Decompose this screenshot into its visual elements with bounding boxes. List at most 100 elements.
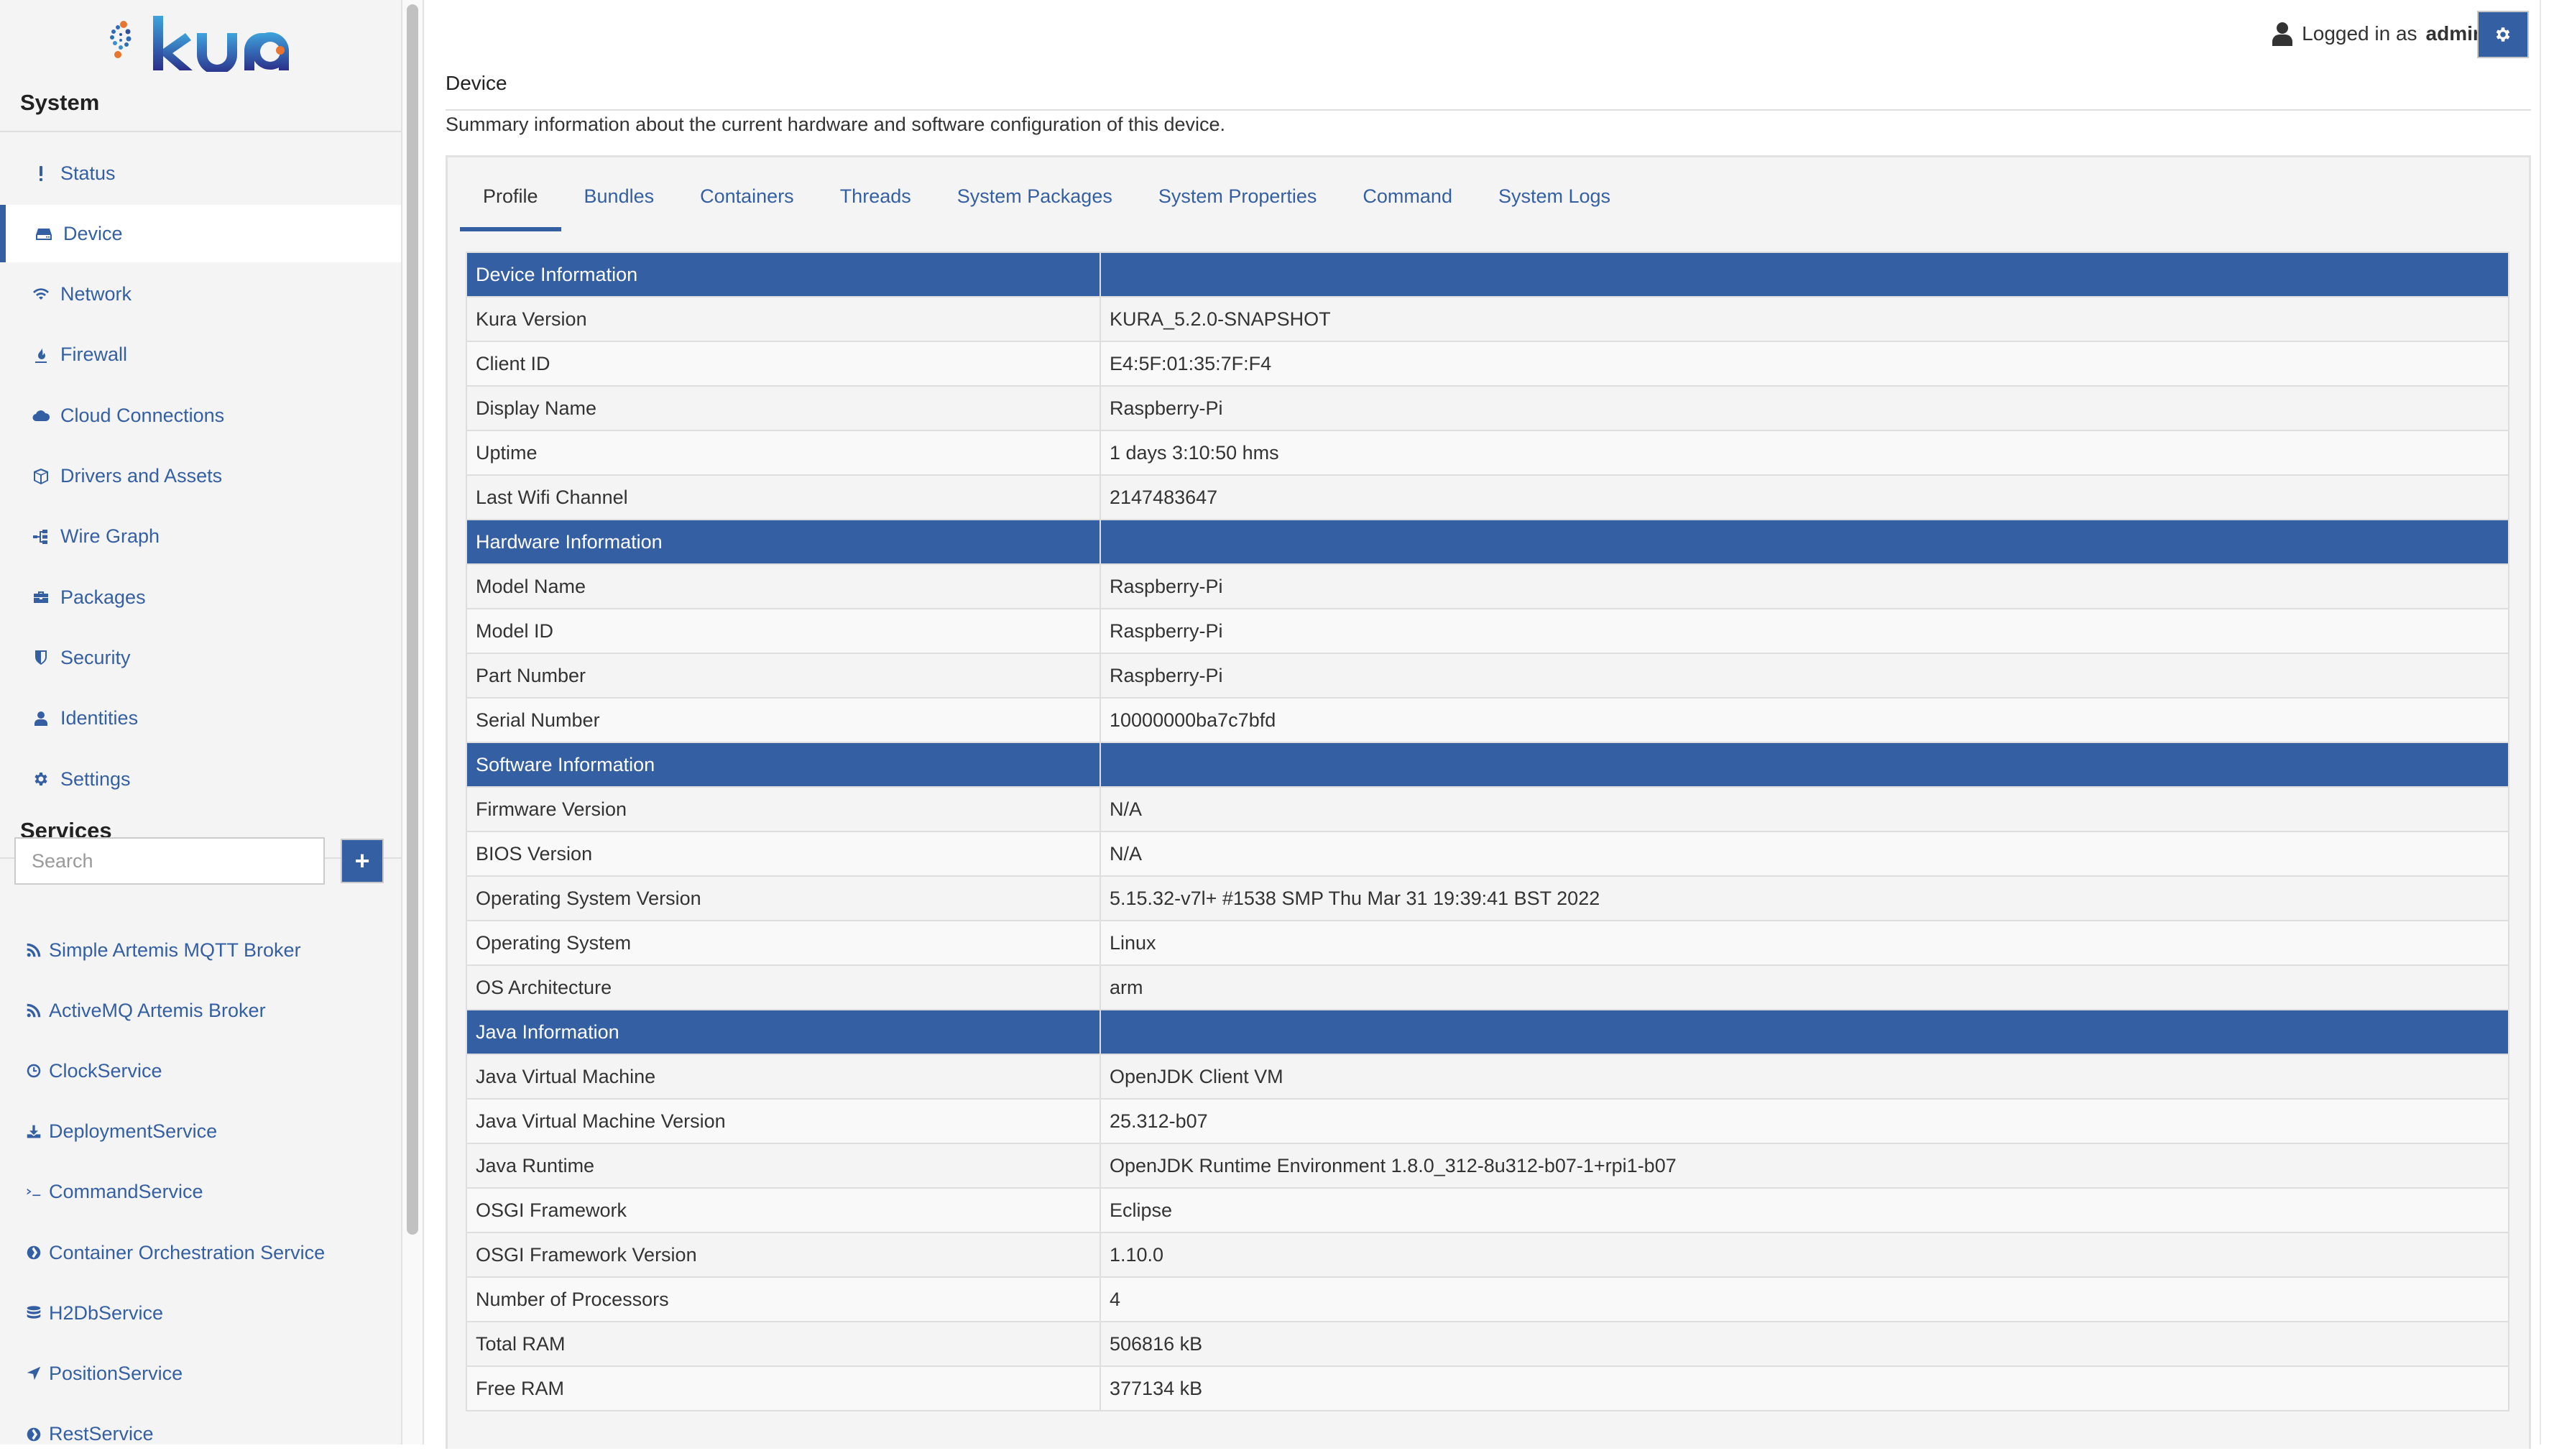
table-row: OSGI Framework Eclipse xyxy=(466,1187,2509,1233)
sidebar-item-status[interactable]: Status xyxy=(0,144,401,202)
property-name: Part Number xyxy=(466,653,1101,699)
service-item-label: CommandService xyxy=(49,1181,203,1203)
property-value: 4 xyxy=(1099,1276,2509,1322)
sidebar-item-packages[interactable]: Packages xyxy=(0,568,401,626)
services-search-input[interactable] xyxy=(14,837,325,885)
property-name: OS Architecture xyxy=(466,964,1101,1010)
property-value: 377134 kB xyxy=(1099,1365,2509,1411)
table-row: Serial Number 10000000ba7c7bfd xyxy=(466,697,2509,743)
hdd-icon-wrap xyxy=(32,223,56,244)
section-header-blank xyxy=(1099,1009,2509,1055)
section-title: Java Information xyxy=(466,1009,1101,1055)
service-item-simple-artemis-mqtt-broker[interactable]: Simple Artemis MQTT Broker xyxy=(0,929,401,972)
sidebar-item-label: Wire Graph xyxy=(60,525,160,548)
property-name: Serial Number xyxy=(466,697,1101,743)
sidebar-item-wire-graph[interactable]: Wire Graph xyxy=(0,508,401,566)
sidebar-scrollbar-thumb[interactable] xyxy=(407,4,418,1235)
sidebar-item-label: Firewall xyxy=(60,344,128,366)
sidebar-item-drivers-and-assets[interactable]: Drivers and Assets xyxy=(0,448,401,505)
sidebar-item-cloud-connections[interactable]: Cloud Connections xyxy=(0,387,401,444)
service-item-container-orchestration-service[interactable]: Container Orchestration Service xyxy=(0,1231,401,1274)
service-item-activemq-artemis-broker[interactable]: ActiveMQ Artemis Broker xyxy=(0,989,401,1032)
property-name: Operating System Version xyxy=(466,875,1101,921)
property-value: 10000000ba7c7bfd xyxy=(1099,697,2509,743)
service-item-deploymentservice[interactable]: DeploymentService xyxy=(0,1110,401,1153)
section-header-blank xyxy=(1099,519,2509,565)
tab-command[interactable]: Command xyxy=(1340,180,1475,231)
sidebar-item-device[interactable]: Device xyxy=(0,205,401,263)
table-row: Java Virtual Machine OpenJDK Client VM xyxy=(466,1054,2509,1100)
service-item-commandservice[interactable]: CommandService xyxy=(0,1171,401,1214)
property-name: Kura Version xyxy=(466,296,1101,342)
property-value: 2147483647 xyxy=(1099,474,2509,520)
download-icon-wrap xyxy=(23,1122,45,1142)
sidebar-item-label: Identities xyxy=(60,707,139,729)
property-name: Java Runtime xyxy=(466,1143,1101,1189)
tab-containers[interactable]: Containers xyxy=(677,180,817,231)
property-value: arm xyxy=(1099,964,2509,1010)
section-header-row: Device Information xyxy=(466,252,2509,298)
table-row: Java Runtime OpenJDK Runtime Environment … xyxy=(466,1143,2509,1189)
database-icon xyxy=(27,1306,41,1319)
sitemap-icon-wrap xyxy=(29,526,53,548)
kura-logo xyxy=(110,16,290,72)
table-row: OS Architecture arm xyxy=(466,964,2509,1010)
sidebar-item-label: Device xyxy=(63,222,123,244)
clock-icon-wrap xyxy=(23,1061,45,1081)
table-row: Kura Version KURA_5.2.0-SNAPSHOT xyxy=(466,296,2509,342)
service-item-restservice[interactable]: RestService xyxy=(0,1413,401,1456)
table-row: Free RAM 377134 kB xyxy=(466,1365,2509,1411)
main-scrollbar-track[interactable] xyxy=(2540,0,2554,1445)
property-name: OSGI Framework xyxy=(466,1187,1101,1233)
service-item-h2dbservice[interactable]: H2DbService xyxy=(0,1291,401,1335)
property-name: Number of Processors xyxy=(466,1276,1101,1322)
sidebar-item-firewall[interactable]: Firewall xyxy=(0,326,401,384)
tab-threads[interactable]: Threads xyxy=(817,180,934,231)
property-name: Total RAM xyxy=(466,1321,1101,1367)
add-service-button[interactable]: + xyxy=(341,839,384,883)
page-description: Summary information about the current ha… xyxy=(446,114,1226,135)
divider xyxy=(0,131,401,132)
property-name: BIOS Version xyxy=(466,831,1101,877)
property-value: 5.15.32-v7l+ #1538 SMP Thu Mar 31 19:39:… xyxy=(1099,875,2509,921)
wifi-icon-wrap xyxy=(29,284,53,305)
sidebar-item-label: Cloud Connections xyxy=(60,404,225,426)
table-row: Client ID E4:5F:01:35:7F:F4 xyxy=(466,341,2509,387)
service-item-clockservice[interactable]: ClockService xyxy=(0,1049,401,1092)
shield-icon xyxy=(35,650,47,665)
clock-icon xyxy=(27,1064,41,1078)
rss-icon xyxy=(27,943,41,957)
cube-icon xyxy=(34,468,48,484)
property-value: Raspberry-Pi xyxy=(1099,385,2509,431)
service-item-positionservice[interactable]: PositionService xyxy=(0,1352,401,1395)
tab-system-logs[interactable]: System Logs xyxy=(1475,180,1633,231)
property-name: Java Virtual Machine xyxy=(466,1054,1101,1100)
table-row: Part Number Raspberry-Pi xyxy=(466,653,2509,699)
kura-dots-icon xyxy=(110,21,132,58)
tab-system-properties[interactable]: System Properties xyxy=(1135,180,1340,231)
tab-bundles[interactable]: Bundles xyxy=(561,180,678,231)
terminal-icon-wrap xyxy=(23,1182,45,1202)
gear-icon-wrap xyxy=(29,768,53,790)
property-name: Last Wifi Channel xyxy=(466,474,1101,520)
property-value: 506816 kB xyxy=(1099,1321,2509,1367)
sidebar-item-identities[interactable]: Identities xyxy=(0,690,401,747)
sidebar-item-settings[interactable]: Settings xyxy=(0,750,401,808)
property-name: Model ID xyxy=(466,608,1101,654)
section-header-blank xyxy=(1099,742,2509,788)
section-title: Software Information xyxy=(466,742,1101,788)
cloud-icon xyxy=(32,410,50,422)
settings-button[interactable] xyxy=(2477,11,2529,58)
gear-icon xyxy=(34,773,47,785)
table-row: Model Name Raspberry-Pi xyxy=(466,563,2509,609)
table-row: Operating System Linux xyxy=(466,920,2509,966)
property-name: Operating System xyxy=(466,920,1101,966)
sidebar-item-network[interactable]: Network xyxy=(0,266,401,323)
sidebar-item-security[interactable]: Security xyxy=(0,629,401,686)
tab-profile[interactable]: Profile xyxy=(460,180,561,231)
service-item-label: Container Orchestration Service xyxy=(49,1241,326,1263)
sidebar-item-label: Drivers and Assets xyxy=(60,465,223,487)
sidebar-item-label: Packages xyxy=(60,586,146,608)
property-name: Model Name xyxy=(466,563,1101,609)
tab-system-packages[interactable]: System Packages xyxy=(934,180,1135,231)
